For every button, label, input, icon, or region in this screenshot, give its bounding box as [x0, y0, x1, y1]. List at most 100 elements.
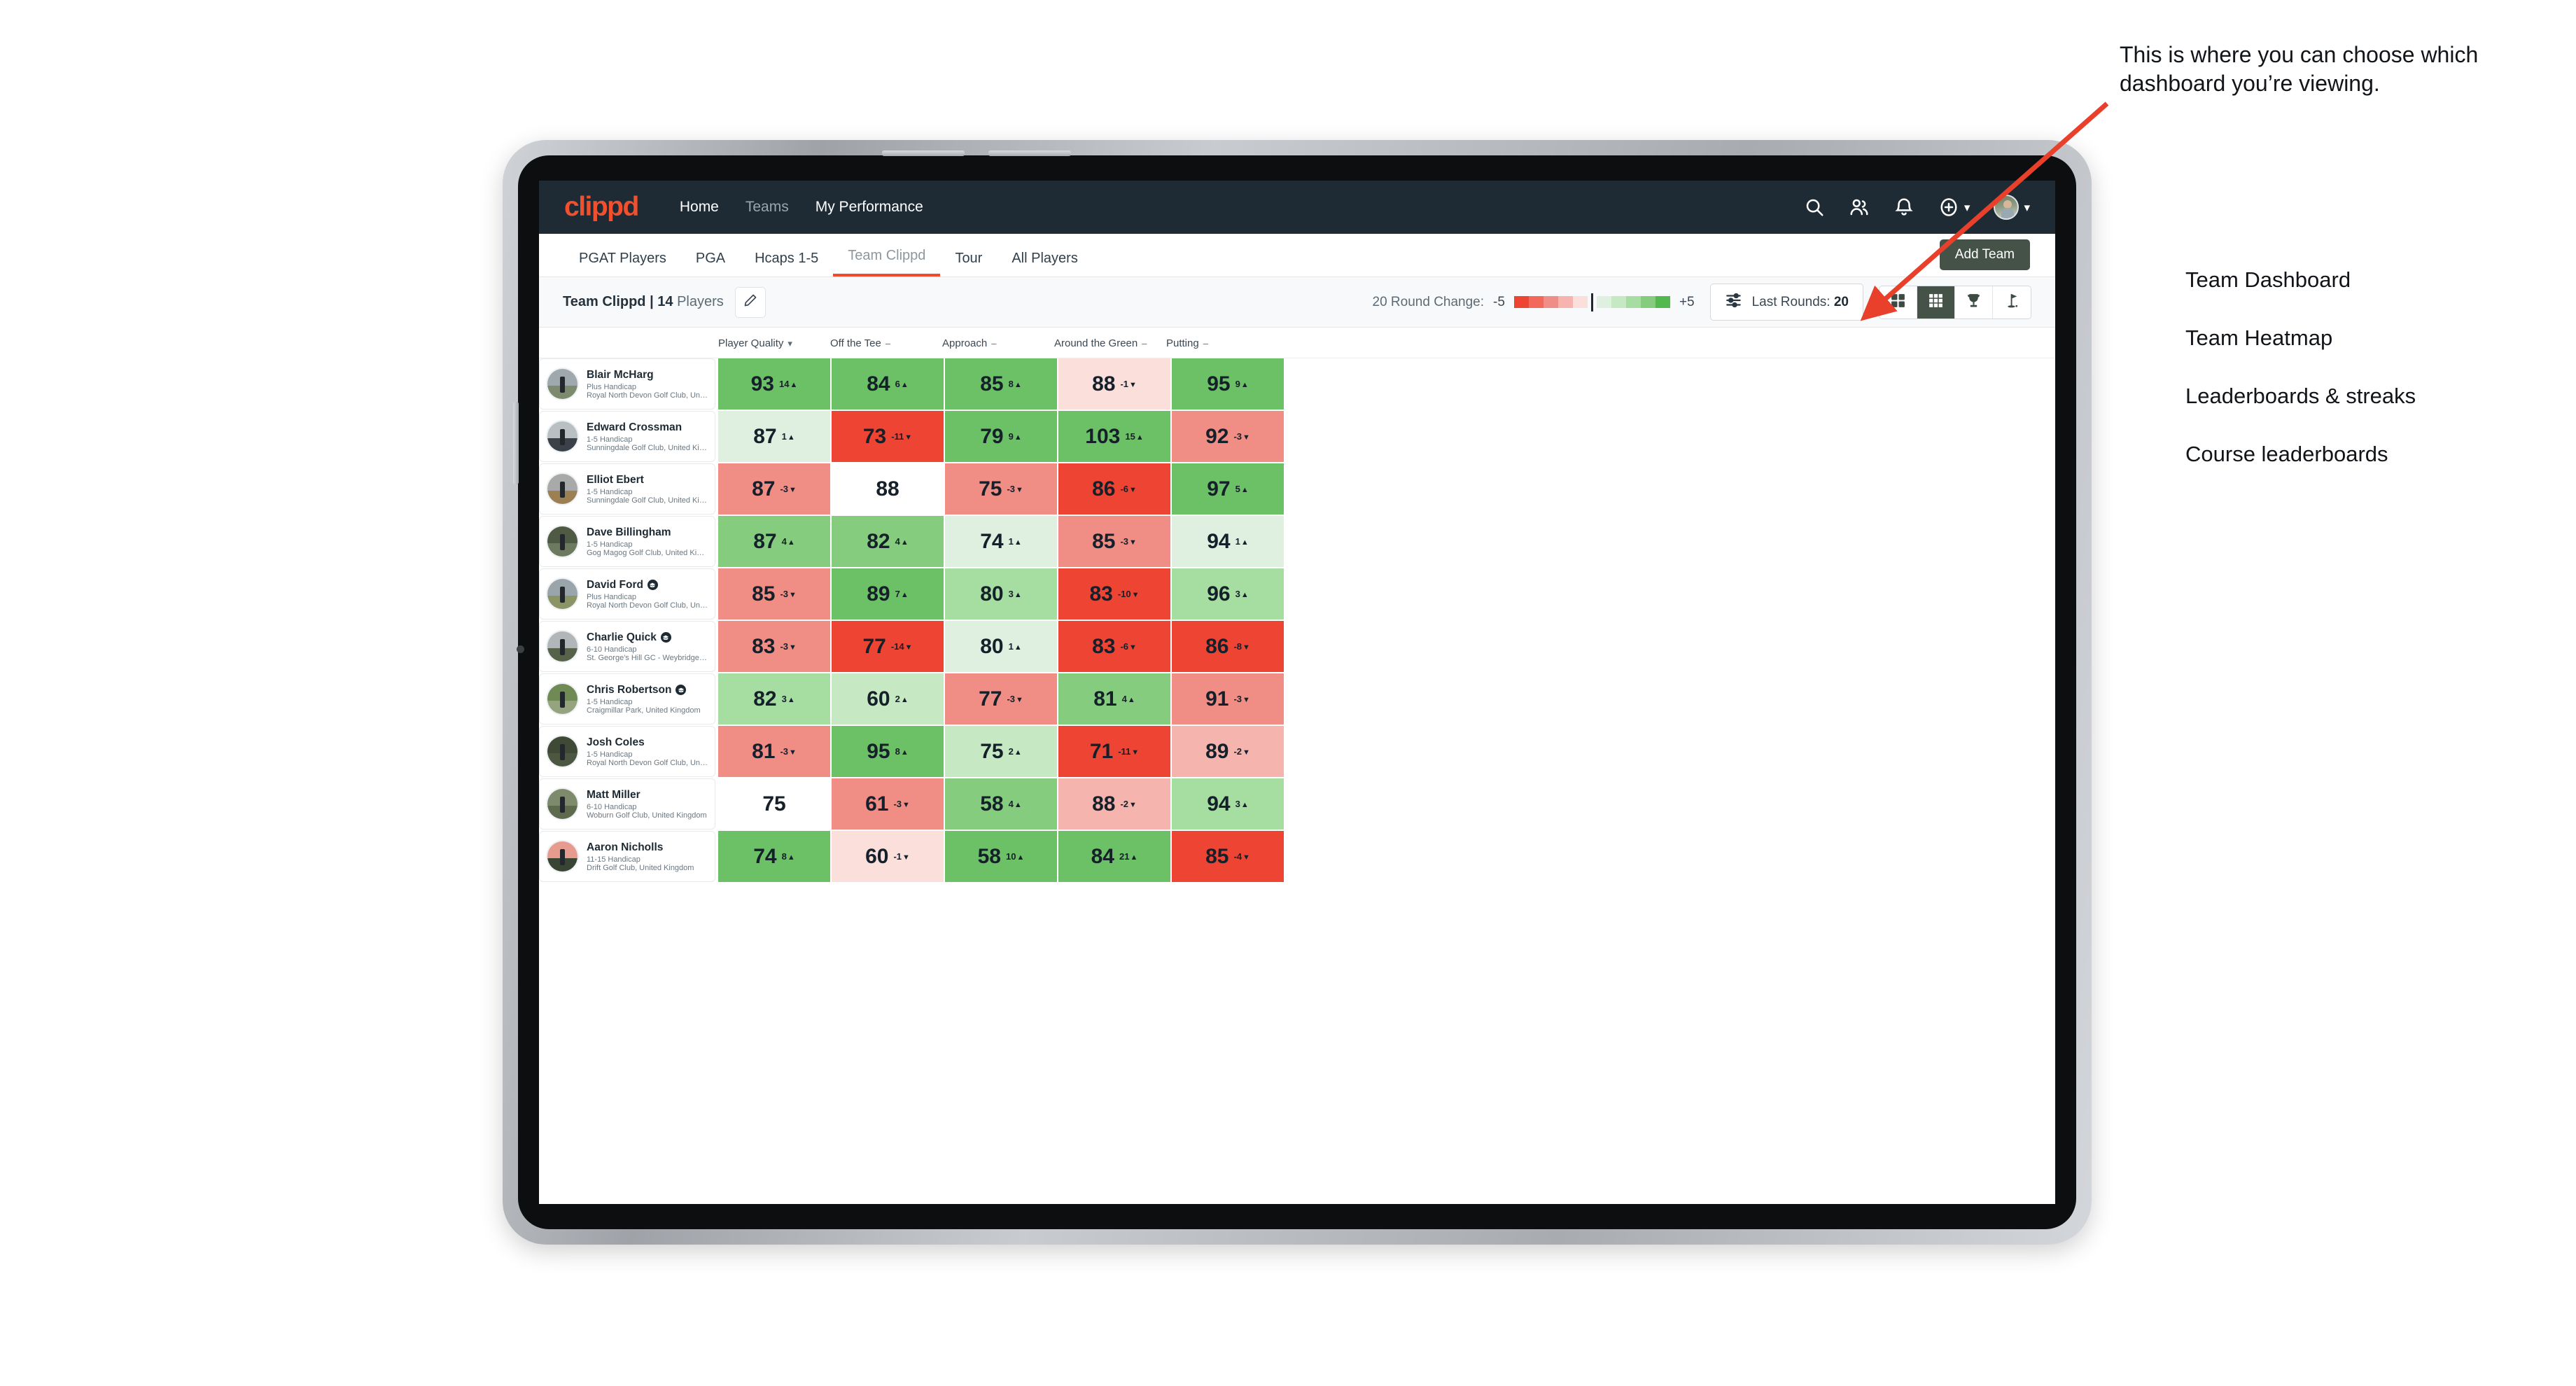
view-team-heatmap-button[interactable] — [1917, 286, 1955, 318]
heatmap-cell[interactable]: 92 -3 ▼ — [1172, 411, 1284, 462]
heatmap-cell[interactable]: 87 -3 ▼ — [718, 463, 830, 514]
heatmap-cell[interactable]: 87 1 ▲ — [718, 411, 830, 462]
player-card[interactable]: Dave Billingham 1-5 Handicap Gog Magog Gol… — [539, 516, 715, 567]
table-row[interactable]: Josh Coles 1-5 Handicap Royal North Devon … — [539, 726, 2055, 777]
view-course-leaderboards-button[interactable] — [1993, 286, 2031, 318]
column-header-around-the-green[interactable]: Around the Green – — [1051, 337, 1163, 349]
heatmap-cell[interactable]: 73 -11 ▼ — [832, 411, 944, 462]
avatar[interactable] — [1994, 195, 2019, 220]
heatmap-cell[interactable]: 88 -2 ▼ — [1058, 778, 1170, 830]
heatmap-cell[interactable]: 75 — [718, 778, 830, 830]
add-menu[interactable]: ▾ — [1938, 197, 1970, 218]
heatmap-cell[interactable]: 81 4 ▲ — [1058, 673, 1170, 724]
player-card[interactable]: Blair McHarg Plus Handicap Royal North Dev… — [539, 358, 715, 410]
column-header-approach[interactable]: Approach – — [939, 337, 1051, 349]
heatmap-cell[interactable]: 88 — [832, 463, 944, 514]
clippd-logo[interactable]: clippd — [564, 192, 639, 223]
heatmap-cell[interactable]: 84 6 ▲ — [832, 358, 944, 410]
heatmap-cell[interactable]: 94 1 ▲ — [1172, 516, 1284, 567]
tab-tour[interactable]: Tour — [940, 251, 997, 276]
table-row[interactable]: Blair McHarg Plus Handicap Royal North Dev… — [539, 358, 2055, 410]
heatmap-cell[interactable]: 89 7 ▲ — [832, 568, 944, 620]
heatmap-cell[interactable]: 75 2 ▲ — [945, 726, 1057, 777]
player-card[interactable]: Josh Coles 1-5 Handicap Royal North Devon … — [539, 726, 715, 777]
table-row[interactable]: Charlie Quick 6-10 Handicap St. George's H… — [539, 621, 2055, 672]
heatmap-cell[interactable]: 79 9 ▲ — [945, 411, 1057, 462]
table-row[interactable]: Aaron Nicholls 11-15 Handicap Drift Golf C… — [539, 831, 2055, 882]
heatmap-grid[interactable]: Blair McHarg Plus Handicap Royal North Dev… — [539, 358, 2055, 897]
nav-link-teams[interactable]: Teams — [732, 199, 802, 216]
heatmap-cell[interactable]: 80 1 ▲ — [945, 621, 1057, 672]
profile-menu[interactable]: ▾ — [1994, 195, 2030, 220]
heatmap-cell[interactable]: 86 -8 ▼ — [1172, 621, 1284, 672]
heatmap-cell[interactable]: 74 1 ▲ — [945, 516, 1057, 567]
column-header-player-quality[interactable]: Player Quality ▾ — [715, 337, 827, 349]
tab-pga[interactable]: PGA — [681, 251, 740, 276]
heatmap-cell[interactable]: 75 -3 ▼ — [945, 463, 1057, 514]
power-button[interactable] — [513, 402, 519, 484]
heatmap-cell[interactable]: 95 9 ▲ — [1172, 358, 1284, 410]
heatmap-cell[interactable]: 83 -10 ▼ — [1058, 568, 1170, 620]
view-leaderboards-streaks-button[interactable] — [1955, 286, 1993, 318]
table-row[interactable]: Matt Miller 6-10 Handicap Woburn Golf Club… — [539, 778, 2055, 830]
heatmap-cell[interactable]: 83 -3 ▼ — [718, 621, 830, 672]
heatmap-cell[interactable]: 89 -2 ▼ — [1172, 726, 1284, 777]
heatmap-cell[interactable]: 85 -3 ▼ — [1058, 516, 1170, 567]
table-row[interactable]: Elliot Ebert 1-5 Handicap Sunningdale Golf… — [539, 463, 2055, 514]
heatmap-cell[interactable]: 96 3 ▲ — [1172, 568, 1284, 620]
player-card[interactable]: Aaron Nicholls 11-15 Handicap Drift Golf C… — [539, 831, 715, 882]
heatmap-cell[interactable]: 87 4 ▲ — [718, 516, 830, 567]
heatmap-cell[interactable]: 85 -3 ▼ — [718, 568, 830, 620]
heatmap-cell[interactable]: 83 -6 ▼ — [1058, 621, 1170, 672]
player-card[interactable]: Charlie Quick 6-10 Handicap St. George's H… — [539, 621, 715, 672]
column-header-putting[interactable]: Putting – — [1163, 337, 1275, 349]
heatmap-cell[interactable]: 58 4 ▲ — [945, 778, 1057, 830]
column-header-off-the-tee[interactable]: Off the Tee – — [827, 337, 939, 349]
last-rounds-filter-button[interactable]: Last Rounds: 20 — [1709, 284, 1863, 321]
plus-circle-icon[interactable] — [1938, 197, 1959, 218]
player-card[interactable]: Chris Robertson 1-5 Handicap Craigmillar P… — [539, 673, 715, 724]
heatmap-cell[interactable]: 93 14 ▲ — [718, 358, 830, 410]
heatmap-cell[interactable]: 60 2 ▲ — [832, 673, 944, 724]
heatmap-cell[interactable]: 81 -3 ▼ — [718, 726, 830, 777]
table-row[interactable]: Edward Crossman 1-5 Handicap Sunningdale G… — [539, 411, 2055, 462]
heatmap-cell[interactable]: 60 -1 ▼ — [832, 831, 944, 882]
heatmap-cell[interactable]: 88 -1 ▼ — [1058, 358, 1170, 410]
heatmap-cell[interactable]: 85 -4 ▼ — [1172, 831, 1284, 882]
table-row[interactable]: Dave Billingham 1-5 Handicap Gog Magog Gol… — [539, 516, 2055, 567]
nav-link-home[interactable]: Home — [666, 199, 732, 216]
heatmap-cell[interactable]: 84 21 ▲ — [1058, 831, 1170, 882]
heatmap-cell[interactable]: 71 -11 ▼ — [1058, 726, 1170, 777]
tab-pgat-players[interactable]: PGAT Players — [564, 251, 681, 276]
heatmap-cell[interactable]: 86 -6 ▼ — [1058, 463, 1170, 514]
add-team-button[interactable]: Add Team — [1939, 239, 2030, 270]
heatmap-cell[interactable]: 97 5 ▲ — [1172, 463, 1284, 514]
heatmap-cell[interactable]: 82 4 ▲ — [832, 516, 944, 567]
player-card[interactable]: Matt Miller 6-10 Handicap Woburn Golf Club… — [539, 778, 715, 830]
heatmap-cell[interactable]: 95 8 ▲ — [832, 726, 944, 777]
table-row[interactable]: David Ford Plus Handicap Royal North Devon… — [539, 568, 2055, 620]
nav-link-my-performance[interactable]: My Performance — [802, 199, 937, 216]
heatmap-cell[interactable]: 74 8 ▲ — [718, 831, 830, 882]
volume-down-button[interactable] — [988, 150, 1071, 156]
heatmap-cell[interactable]: 85 8 ▲ — [945, 358, 1057, 410]
player-card[interactable]: David Ford Plus Handicap Royal North Devon… — [539, 568, 715, 620]
bell-icon[interactable] — [1893, 197, 1914, 218]
tab-hcaps-1-5[interactable]: Hcaps 1-5 — [740, 251, 833, 276]
heatmap-cell[interactable]: 82 3 ▲ — [718, 673, 830, 724]
heatmap-cell[interactable]: 103 15 ▲ — [1058, 411, 1170, 462]
player-card[interactable]: Elliot Ebert 1-5 Handicap Sunningdale Golf… — [539, 463, 715, 514]
heatmap-cell[interactable]: 77 -14 ▼ — [832, 621, 944, 672]
tab-all-players[interactable]: All Players — [997, 251, 1092, 276]
edit-team-button[interactable] — [734, 286, 766, 318]
heatmap-cell[interactable]: 91 -3 ▼ — [1172, 673, 1284, 724]
view-team-dashboard-button[interactable] — [1879, 286, 1917, 318]
search-icon[interactable] — [1804, 197, 1825, 218]
heatmap-cell[interactable]: 58 10 ▲ — [945, 831, 1057, 882]
tab-team-clippd[interactable]: Team Clippd — [833, 248, 941, 276]
heatmap-cell[interactable]: 94 3 ▲ — [1172, 778, 1284, 830]
people-icon[interactable] — [1849, 197, 1870, 218]
heatmap-cell[interactable]: 80 3 ▲ — [945, 568, 1057, 620]
table-row[interactable]: Chris Robertson 1-5 Handicap Craigmillar P… — [539, 673, 2055, 724]
player-card[interactable]: Edward Crossman 1-5 Handicap Sunningdale G… — [539, 411, 715, 462]
